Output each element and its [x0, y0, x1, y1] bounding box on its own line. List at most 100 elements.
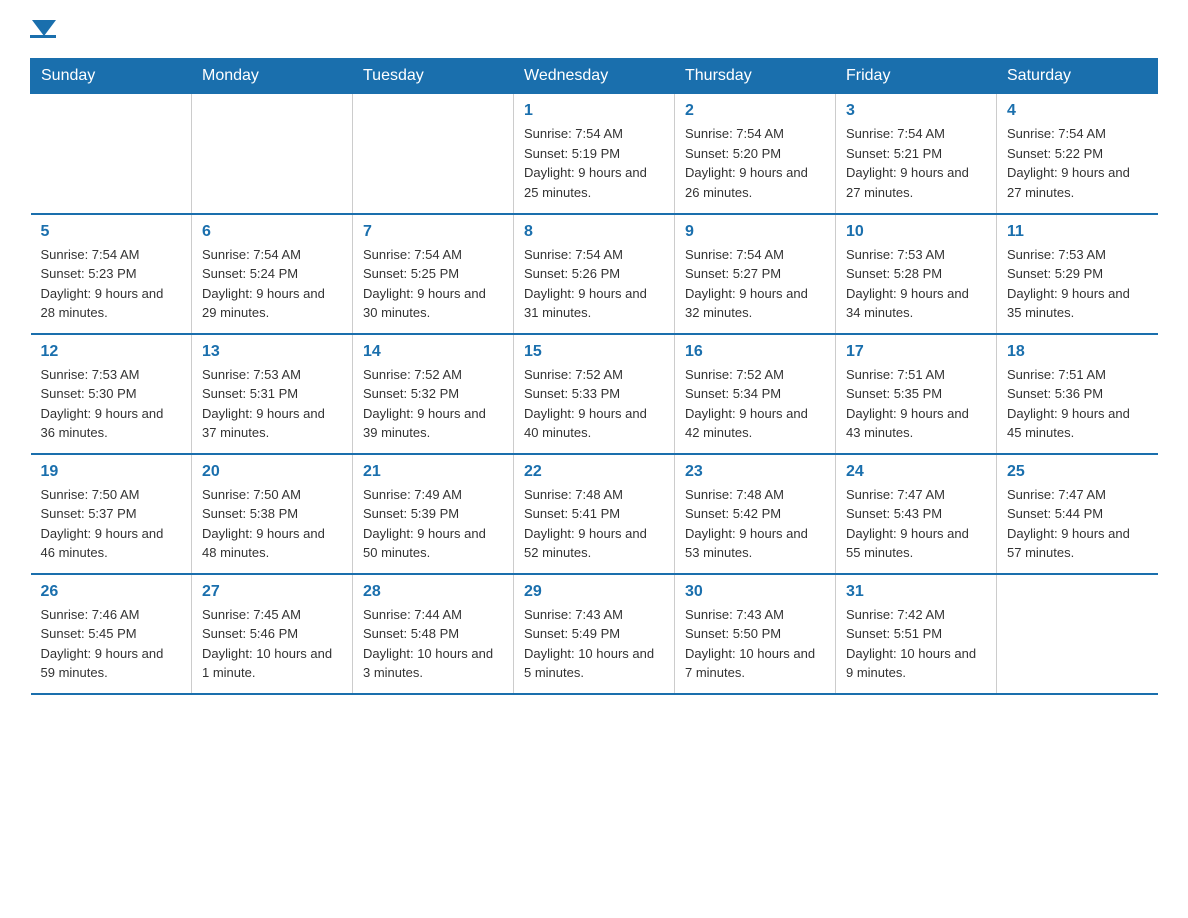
calendar-cell: 2 Sunrise: 7:54 AMSunset: 5:20 PMDaylight… — [675, 94, 836, 214]
day-sun-info: Sunrise: 7:54 AMSunset: 5:19 PMDaylight:… — [524, 124, 664, 202]
calendar-week-row: 5 Sunrise: 7:54 AMSunset: 5:23 PMDaylight… — [31, 214, 1158, 334]
day-sun-info: Sunrise: 7:47 AMSunset: 5:43 PMDaylight:… — [846, 485, 986, 563]
calendar-cell: 20 Sunrise: 7:50 AMSunset: 5:38 PMDayligh… — [192, 454, 353, 574]
day-number: 15 — [524, 343, 664, 361]
day-sun-info: Sunrise: 7:52 AMSunset: 5:32 PMDaylight:… — [363, 365, 503, 443]
day-number: 5 — [41, 223, 182, 241]
day-sun-info: Sunrise: 7:52 AMSunset: 5:33 PMDaylight:… — [524, 365, 664, 443]
day-number: 6 — [202, 223, 342, 241]
day-sun-info: Sunrise: 7:52 AMSunset: 5:34 PMDaylight:… — [685, 365, 825, 443]
page-header — [30, 20, 1158, 38]
calendar-cell: 17 Sunrise: 7:51 AMSunset: 5:35 PMDayligh… — [836, 334, 997, 454]
day-sun-info: Sunrise: 7:53 AMSunset: 5:28 PMDaylight:… — [846, 245, 986, 323]
day-sun-info: Sunrise: 7:54 AMSunset: 5:21 PMDaylight:… — [846, 124, 986, 202]
calendar-cell: 19Sunrise: 7:50 AMSunset: 5:37 PMDayligh… — [31, 454, 192, 574]
day-number: 17 — [846, 343, 986, 361]
day-of-week-header: Thursday — [675, 59, 836, 94]
calendar-cell: 26 Sunrise: 7:46 AMSunset: 5:45 PMDayligh… — [31, 574, 192, 694]
day-number: 7 — [363, 223, 503, 241]
day-of-week-header: Saturday — [997, 59, 1158, 94]
day-number: 9 — [685, 223, 825, 241]
day-sun-info: Sunrise: 7:53 AMSunset: 5:30 PMDaylight:… — [41, 365, 182, 443]
day-number: 16 — [685, 343, 825, 361]
calendar-week-row: 26 Sunrise: 7:46 AMSunset: 5:45 PMDayligh… — [31, 574, 1158, 694]
day-sun-info: Sunrise: 7:54 AMSunset: 5:25 PMDaylight:… — [363, 245, 503, 323]
day-of-week-header: Monday — [192, 59, 353, 94]
calendar-cell: 12Sunrise: 7:53 AMSunset: 5:30 PMDayligh… — [31, 334, 192, 454]
day-number: 18 — [1007, 343, 1148, 361]
calendar-cell — [997, 574, 1158, 694]
day-number: 3 — [846, 102, 986, 120]
day-sun-info: Sunrise: 7:47 AMSunset: 5:44 PMDaylight:… — [1007, 485, 1148, 563]
calendar-cell: 15 Sunrise: 7:52 AMSunset: 5:33 PMDayligh… — [514, 334, 675, 454]
day-sun-info: Sunrise: 7:54 AMSunset: 5:27 PMDaylight:… — [685, 245, 825, 323]
day-number: 31 — [846, 583, 986, 601]
calendar-cell: 8 Sunrise: 7:54 AMSunset: 5:26 PMDaylight… — [514, 214, 675, 334]
logo-arrow-icon — [32, 20, 56, 36]
day-sun-info: Sunrise: 7:45 AMSunset: 5:46 PMDaylight:… — [202, 605, 342, 683]
calendar-cell: 9 Sunrise: 7:54 AMSunset: 5:27 PMDaylight… — [675, 214, 836, 334]
day-number: 26 — [41, 583, 182, 601]
calendar-cell: 6Sunrise: 7:54 AMSunset: 5:24 PMDaylight… — [192, 214, 353, 334]
calendar-cell: 16 Sunrise: 7:52 AMSunset: 5:34 PMDayligh… — [675, 334, 836, 454]
day-sun-info: Sunrise: 7:44 AMSunset: 5:48 PMDaylight:… — [363, 605, 503, 683]
calendar-cell — [31, 94, 192, 214]
calendar-cell: 14 Sunrise: 7:52 AMSunset: 5:32 PMDayligh… — [353, 334, 514, 454]
day-number: 14 — [363, 343, 503, 361]
calendar-cell: 5 Sunrise: 7:54 AMSunset: 5:23 PMDaylight… — [31, 214, 192, 334]
calendar-cell: 21 Sunrise: 7:49 AMSunset: 5:39 PMDayligh… — [353, 454, 514, 574]
day-sun-info: Sunrise: 7:50 AMSunset: 5:38 PMDaylight:… — [202, 485, 342, 563]
calendar-cell: 29 Sunrise: 7:43 AMSunset: 5:49 PMDayligh… — [514, 574, 675, 694]
calendar-cell: 4 Sunrise: 7:54 AMSunset: 5:22 PMDaylight… — [997, 94, 1158, 214]
day-sun-info: Sunrise: 7:51 AMSunset: 5:35 PMDaylight:… — [846, 365, 986, 443]
calendar-header-row: SundayMondayTuesdayWednesdayThursdayFrid… — [31, 59, 1158, 94]
calendar-cell: 30 Sunrise: 7:43 AMSunset: 5:50 PMDayligh… — [675, 574, 836, 694]
calendar-cell: 18 Sunrise: 7:51 AMSunset: 5:36 PMDayligh… — [997, 334, 1158, 454]
day-sun-info: Sunrise: 7:54 AMSunset: 5:23 PMDaylight:… — [41, 245, 182, 323]
calendar-cell: 27 Sunrise: 7:45 AMSunset: 5:46 PMDayligh… — [192, 574, 353, 694]
day-sun-info: Sunrise: 7:42 AMSunset: 5:51 PMDaylight:… — [846, 605, 986, 683]
calendar-week-row: 1 Sunrise: 7:54 AMSunset: 5:19 PMDaylight… — [31, 94, 1158, 214]
day-number: 29 — [524, 583, 664, 601]
day-of-week-header: Wednesday — [514, 59, 675, 94]
day-sun-info: Sunrise: 7:50 AMSunset: 5:37 PMDaylight:… — [41, 485, 182, 563]
day-number: 27 — [202, 583, 342, 601]
day-number: 13 — [202, 343, 342, 361]
logo — [30, 20, 56, 38]
day-number: 4 — [1007, 102, 1148, 120]
day-number: 8 — [524, 223, 664, 241]
day-sun-info: Sunrise: 7:54 AMSunset: 5:26 PMDaylight:… — [524, 245, 664, 323]
day-number: 30 — [685, 583, 825, 601]
calendar-cell: 10 Sunrise: 7:53 AMSunset: 5:28 PMDayligh… — [836, 214, 997, 334]
day-number: 10 — [846, 223, 986, 241]
calendar-cell: 31 Sunrise: 7:42 AMSunset: 5:51 PMDayligh… — [836, 574, 997, 694]
day-number: 28 — [363, 583, 503, 601]
calendar-week-row: 19Sunrise: 7:50 AMSunset: 5:37 PMDayligh… — [31, 454, 1158, 574]
day-sun-info: Sunrise: 7:53 AMSunset: 5:29 PMDaylight:… — [1007, 245, 1148, 323]
day-sun-info: Sunrise: 7:49 AMSunset: 5:39 PMDaylight:… — [363, 485, 503, 563]
calendar-cell — [353, 94, 514, 214]
day-number: 2 — [685, 102, 825, 120]
calendar-cell: 28 Sunrise: 7:44 AMSunset: 5:48 PMDayligh… — [353, 574, 514, 694]
day-sun-info: Sunrise: 7:54 AMSunset: 5:20 PMDaylight:… — [685, 124, 825, 202]
day-number: 11 — [1007, 223, 1148, 241]
day-sun-info: Sunrise: 7:43 AMSunset: 5:49 PMDaylight:… — [524, 605, 664, 683]
calendar-cell: 11 Sunrise: 7:53 AMSunset: 5:29 PMDayligh… — [997, 214, 1158, 334]
day-number: 20 — [202, 463, 342, 481]
calendar-week-row: 12Sunrise: 7:53 AMSunset: 5:30 PMDayligh… — [31, 334, 1158, 454]
day-sun-info: Sunrise: 7:48 AMSunset: 5:42 PMDaylight:… — [685, 485, 825, 563]
calendar-table: SundayMondayTuesdayWednesdayThursdayFrid… — [30, 58, 1158, 695]
calendar-cell: 23 Sunrise: 7:48 AMSunset: 5:42 PMDayligh… — [675, 454, 836, 574]
day-sun-info: Sunrise: 7:43 AMSunset: 5:50 PMDaylight:… — [685, 605, 825, 683]
day-number: 21 — [363, 463, 503, 481]
day-sun-info: Sunrise: 7:46 AMSunset: 5:45 PMDaylight:… — [41, 605, 182, 683]
day-number: 22 — [524, 463, 664, 481]
calendar-cell: 3 Sunrise: 7:54 AMSunset: 5:21 PMDaylight… — [836, 94, 997, 214]
day-number: 23 — [685, 463, 825, 481]
day-number: 1 — [524, 102, 664, 120]
day-sun-info: Sunrise: 7:51 AMSunset: 5:36 PMDaylight:… — [1007, 365, 1148, 443]
day-sun-info: Sunrise: 7:54 AMSunset: 5:22 PMDaylight:… — [1007, 124, 1148, 202]
day-of-week-header: Tuesday — [353, 59, 514, 94]
calendar-cell: 1 Sunrise: 7:54 AMSunset: 5:19 PMDaylight… — [514, 94, 675, 214]
calendar-cell: 7 Sunrise: 7:54 AMSunset: 5:25 PMDaylight… — [353, 214, 514, 334]
